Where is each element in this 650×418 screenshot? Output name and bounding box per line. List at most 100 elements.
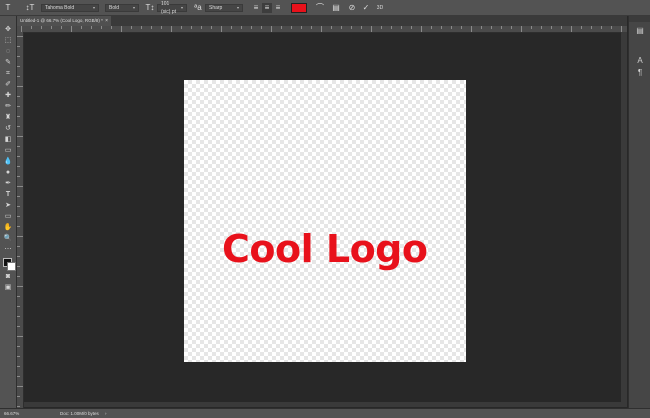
ruler-tick [131,26,132,29]
ruler-tick [541,26,542,29]
ruler-tick [171,26,172,32]
gradient-tool-icon[interactable]: ▭ [3,146,13,155]
quick-select-tool-icon[interactable]: ✎ [3,58,13,67]
ruler-tick [31,26,32,29]
ruler-tick [311,26,312,29]
antialias-value: Sharp [209,4,223,11]
font-size-icon: T↕ [145,2,155,12]
ruler-tick [17,356,20,357]
background-color-swatch[interactable] [7,262,16,271]
align-left-icon[interactable]: ≡ [251,3,261,13]
align-center-icon[interactable]: ≡ [262,2,272,13]
ruler-tick [331,26,332,29]
ruler-tick [17,66,20,67]
ruler-tick [17,236,23,237]
more-tools-icon[interactable]: ⋯ [3,245,13,254]
canvas-text-layer[interactable]: Cool Logo [222,224,428,274]
rectangle-tool-icon[interactable]: ▭ [3,212,13,221]
screen-mode-icon[interactable]: ▣ [3,283,13,292]
dock-header[interactable] [629,16,650,22]
text-orientation-icon[interactable]: ↕T [25,3,35,13]
ruler-tick [17,276,20,277]
chevron-down-icon: ▾ [236,4,239,10]
tools-panel: ✥ ⬚ ◌ ✎ ⌗ ✐ ✚ ✏ ♜ ↺ ◧ ▭ 💧 ● ✒ T ➤ ▭ ✋ 🔍 … [0,16,17,408]
ruler-tick [391,26,392,29]
close-icon[interactable]: × [105,16,108,26]
character-panel-icon[interactable]: A [635,56,645,66]
vertical-scrollbar[interactable] [621,32,627,402]
ruler-tick [17,166,20,167]
cancel-edit-icon[interactable]: ⊘ [347,3,357,13]
antialias-select[interactable]: Sharp ▾ [205,3,243,12]
ruler-tick [61,26,62,29]
ruler-tick [461,26,462,29]
ruler-tick [17,196,20,197]
clone-stamp-tool-icon[interactable]: ♜ [3,113,13,122]
ruler-tick [17,186,23,187]
type-tool-preset-icon[interactable]: T [3,3,13,13]
ruler-tick [451,26,452,29]
move-tool-icon[interactable]: ✥ [3,25,13,34]
ruler-tick [17,96,20,97]
font-family-select[interactable]: Tahoma Bold ▾ [41,3,99,12]
3d-icon[interactable]: 3D [375,3,385,13]
align-right-icon[interactable]: ≡ [273,3,283,13]
paragraph-panel-icon[interactable]: ¶ [635,68,645,78]
ruler-tick [321,26,322,32]
document-canvas[interactable]: Cool Logo [184,80,466,362]
font-style-select[interactable]: Bold ▾ [105,3,139,12]
ruler-tick [17,56,20,57]
ruler-tick [17,36,23,37]
ruler-tick [141,26,142,29]
history-panel-icon[interactable]: ▤ [635,26,645,36]
horizontal-scrollbar[interactable] [24,402,627,407]
character-panel-icon[interactable]: ▤ [331,3,341,13]
blur-tool-icon[interactable]: 💧 [3,157,13,166]
font-size-select[interactable]: 101 (sic) pt ▾ [157,1,187,15]
ruler-tick [201,26,202,29]
ruler-tick [611,26,612,29]
marquee-tool-icon[interactable]: ⬚ [3,36,13,45]
ruler-tick [431,26,432,29]
ruler-tick [51,26,52,29]
warp-text-icon[interactable]: ⌒ [315,3,325,13]
hand-tool-icon[interactable]: ✋ [3,223,13,232]
commit-edit-icon[interactable]: ✓ [361,3,371,13]
ruler-tick [161,26,162,29]
zoom-tool-icon[interactable]: 🔍 [3,234,13,243]
eraser-tool-icon[interactable]: ◧ [3,135,13,144]
history-brush-tool-icon[interactable]: ↺ [3,124,13,133]
brush-tool-icon[interactable]: ✏ [3,102,13,111]
pen-tool-icon[interactable]: ✒ [3,179,13,188]
ruler-tick [591,26,592,29]
ruler-tick [17,136,23,137]
ruler-tick [561,26,562,29]
type-tool-icon[interactable]: T [3,190,13,199]
ruler-tick [17,386,23,387]
dodge-tool-icon[interactable]: ● [3,168,13,177]
chevron-down-icon: ▾ [132,4,135,10]
ruler-tick [17,296,20,297]
path-selection-tool-icon[interactable]: ➤ [3,201,13,210]
font-family-value: Tahoma Bold [45,4,75,11]
healing-brush-tool-icon[interactable]: ✚ [3,91,13,100]
crop-tool-icon[interactable]: ⌗ [3,69,13,78]
ruler-tick [601,26,602,29]
ruler-tick [17,396,20,397]
ruler-tick [351,26,352,29]
font-style-value: Bold [109,4,120,11]
ruler-tick [381,26,382,29]
vertical-ruler[interactable] [17,32,24,408]
lasso-tool-icon[interactable]: ◌ [3,47,13,56]
chevron-down-icon: ▾ [92,4,95,10]
eyedropper-tool-icon[interactable]: ✐ [3,80,13,89]
ruler-tick [17,46,20,47]
document-tab[interactable]: Untitled-1 @ 66.7% (Cool Logo, RGB/8) * … [17,16,111,26]
ruler-tick [571,26,572,32]
ruler-tick [17,206,20,207]
text-color-swatch[interactable] [291,2,307,13]
quick-mask-icon[interactable]: ◙ [3,272,13,281]
ruler-tick [551,26,552,29]
ruler-tick [71,26,72,32]
horizontal-ruler[interactable] [17,26,627,33]
